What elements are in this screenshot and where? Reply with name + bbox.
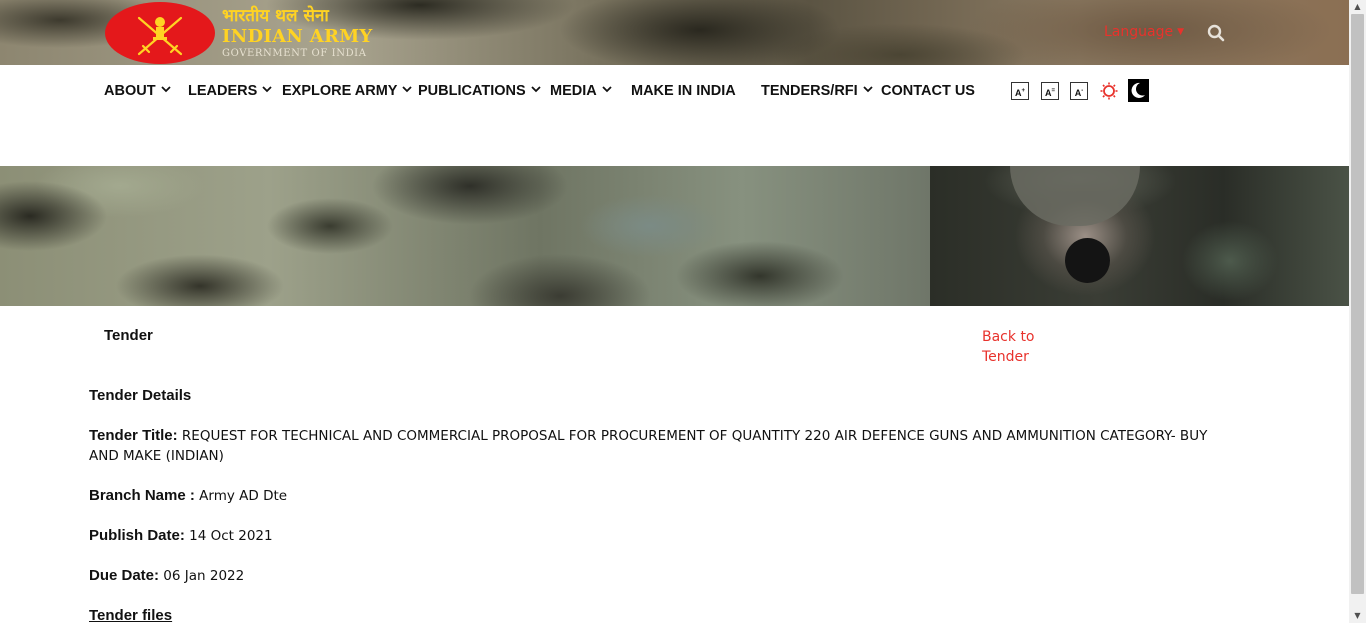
nav-label: MAKE IN INDIA: [631, 83, 736, 99]
font-increase-sup: +: [1021, 88, 1025, 94]
tender-details-title: Tender Details: [89, 387, 192, 404]
field-value: 06 Jan 2022: [159, 568, 245, 584]
soldier-image: [930, 166, 1349, 306]
logo-text[interactable]: भारतीय थल सेना INDIAN ARMY GOVERNMENT OF…: [222, 6, 373, 60]
nav-media[interactable]: MEDIA: [550, 83, 614, 99]
field-value: Army AD Dte: [194, 488, 288, 504]
tender-title-field: Tender Title: REQUEST FOR TECHNICAL AND …: [89, 426, 1239, 466]
logo-govt-subtitle: GOVERNMENT OF INDIA: [222, 48, 367, 59]
font-decrease-button[interactable]: A-: [1070, 82, 1088, 100]
nav-label: LEADERS: [188, 83, 258, 99]
field-label: Publish Date:: [89, 527, 185, 544]
rifle-scope-shape: [1065, 238, 1110, 283]
chevron-down-icon: [602, 86, 612, 93]
nav-make-in-india[interactable]: MAKE IN INDIA: [631, 83, 736, 99]
hero-banner-image: [0, 166, 1349, 306]
back-to-tender-link[interactable]: Back to Tender: [982, 327, 1052, 367]
page-title: Tender: [104, 327, 153, 344]
light-theme-sun-icon[interactable]: [1100, 82, 1118, 100]
branch-name-field: Branch Name : Army AD Dte: [89, 486, 1239, 506]
nav-contact-us[interactable]: CONTACT US: [881, 83, 975, 99]
nav-label: CONTACT US: [881, 83, 975, 99]
tender-details: Tender Details Tender Title: REQUEST FOR…: [89, 386, 1239, 626]
nav-label: TENDERS/RFI: [761, 83, 858, 99]
tender-files-link[interactable]: Tender files: [89, 606, 172, 626]
nav-label: PUBLICATIONS: [418, 83, 526, 99]
font-decrease-sup: -: [1081, 88, 1084, 94]
chevron-down-icon: [863, 86, 873, 93]
army-emblem-logo[interactable]: [105, 2, 215, 64]
field-label: Branch Name :: [89, 487, 195, 504]
nav-label: ABOUT: [104, 83, 156, 99]
font-reset-sup: =: [1051, 88, 1055, 94]
search-icon[interactable]: [1207, 24, 1225, 42]
publish-date-field: Publish Date: 14 Oct 2021: [89, 526, 1239, 546]
nav-leaders[interactable]: LEADERS: [188, 83, 274, 99]
due-date-field: Due Date: 06 Jan 2022: [89, 566, 1239, 586]
logo-hindi-title: भारतीय थल सेना: [222, 6, 329, 26]
nav-about[interactable]: ABOUT: [104, 83, 173, 99]
language-label: Language: [1104, 24, 1174, 40]
page-scrollbar[interactable]: ▲ ▼: [1349, 0, 1366, 623]
chevron-down-icon: [160, 86, 171, 93]
chevron-down-icon: [531, 86, 541, 93]
chevron-down-icon: [402, 86, 413, 93]
crossed-swords-icon: [137, 16, 183, 56]
scroll-up-arrow-icon[interactable]: ▲: [1349, 0, 1366, 14]
font-increase-button[interactable]: A+: [1011, 82, 1029, 100]
nav-publications[interactable]: PUBLICATIONS: [418, 83, 543, 99]
scroll-down-arrow-icon[interactable]: ▼: [1349, 609, 1366, 623]
caret-down-icon: ▼: [1177, 27, 1185, 37]
nav-label: MEDIA: [550, 83, 597, 99]
logo-english-title: INDIAN ARMY: [222, 26, 373, 47]
nav-label: EXPLORE ARMY: [282, 83, 398, 99]
chevron-down-icon: [262, 86, 272, 93]
font-reset-button[interactable]: A=: [1041, 82, 1059, 100]
nav-tenders-rfi[interactable]: TENDERS/RFI: [761, 83, 875, 99]
nav-explore-army[interactable]: EXPLORE ARMY: [282, 83, 414, 99]
moon-icon: [1131, 82, 1145, 98]
field-label: Due Date:: [89, 567, 160, 584]
dark-theme-moon-icon[interactable]: [1128, 79, 1149, 102]
scrollbar-thumb[interactable]: [1351, 14, 1364, 594]
field-label: Tender Title:: [89, 427, 178, 444]
language-dropdown[interactable]: Language ▼: [1104, 24, 1184, 40]
field-value: 14 Oct 2021: [184, 528, 273, 544]
field-value: REQUEST FOR TECHNICAL AND COMMERCIAL PRO…: [89, 428, 1208, 464]
